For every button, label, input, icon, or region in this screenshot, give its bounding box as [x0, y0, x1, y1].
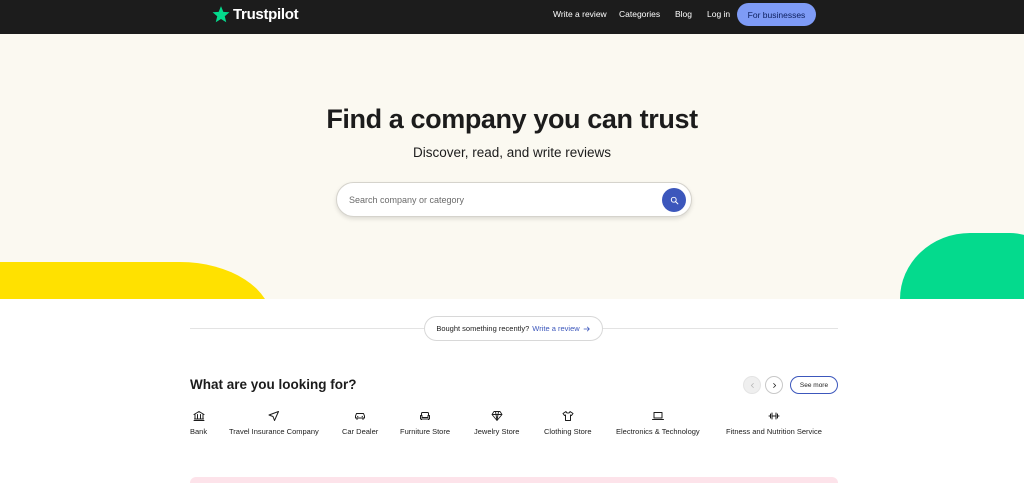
category-label: Clothing Store — [544, 427, 592, 436]
search-button[interactable] — [662, 188, 686, 212]
prompt-text: Bought something recently? — [436, 324, 530, 333]
promo-banner-edge — [190, 477, 838, 483]
top-nav-bar: Trustpilot Write a review Categories Blo… — [0, 0, 1024, 34]
category-label: Bank — [190, 427, 208, 436]
arrow-right-icon — [583, 326, 590, 331]
category-label: Furniture Store — [400, 427, 451, 436]
category-electronics-technology[interactable]: Electronics & Technology — [616, 410, 700, 436]
laptop-icon — [651, 412, 664, 420]
search-input[interactable] — [349, 191, 649, 209]
shirt-icon — [562, 411, 574, 421]
write-review-prompt[interactable]: Bought something recently? Write a revie… — [424, 316, 603, 341]
for-businesses-button[interactable]: For businesses — [737, 3, 816, 26]
category-fitness-nutrition[interactable]: Fitness and Nutrition Service — [726, 410, 822, 436]
hero-section: Find a company you can trust Discover, r… — [0, 34, 1024, 299]
decorative-yellow-shape — [0, 262, 272, 299]
category-travel-insurance[interactable]: Travel Insurance Company — [229, 410, 319, 436]
category-label: Car Dealer — [342, 427, 379, 436]
carousel-prev-button[interactable] — [743, 376, 761, 394]
nav-login[interactable]: Log in — [707, 9, 730, 19]
category-furniture-store[interactable]: Furniture Store — [400, 410, 450, 436]
dumbbell-icon — [768, 412, 780, 420]
category-label: Fitness and Nutrition Service — [726, 427, 822, 436]
nav-categories[interactable]: Categories — [619, 9, 660, 19]
car-icon — [355, 413, 366, 420]
chevron-right-icon — [772, 382, 776, 388]
write-review-link[interactable]: Write a review — [532, 324, 579, 333]
search-bar — [336, 182, 692, 217]
hero-title: Find a company you can trust — [326, 104, 698, 134]
category-jewelry-store[interactable]: Jewelry Store — [474, 410, 519, 436]
brand-name: Trustpilot — [233, 5, 299, 23]
diamond-icon — [491, 411, 503, 421]
see-more-button[interactable]: See more — [790, 376, 838, 394]
chevron-left-icon — [750, 382, 754, 388]
airplane-icon — [268, 411, 279, 421]
nav-blog[interactable]: Blog — [675, 9, 692, 19]
carousel-next-button[interactable] — [765, 376, 783, 394]
categories-title: What are you looking for? — [190, 377, 357, 392]
search-icon — [670, 196, 678, 204]
category-label: Electronics & Technology — [616, 427, 700, 436]
category-label: Jewelry Store — [474, 427, 520, 436]
bank-icon — [193, 411, 205, 421]
brand-logo[interactable]: Trustpilot — [212, 5, 299, 23]
decorative-green-shape — [900, 233, 1024, 299]
hero-subtitle: Discover, read, and write reviews — [412, 145, 612, 160]
sofa-icon — [420, 412, 431, 420]
category-label: Travel Insurance Company — [229, 427, 319, 436]
category-clothing-store[interactable]: Clothing Store — [544, 410, 592, 436]
category-bank[interactable]: Bank — [190, 410, 207, 436]
star-icon — [212, 6, 230, 23]
category-car-dealer[interactable]: Car Dealer — [342, 410, 378, 436]
nav-write-review[interactable]: Write a review — [553, 9, 607, 19]
